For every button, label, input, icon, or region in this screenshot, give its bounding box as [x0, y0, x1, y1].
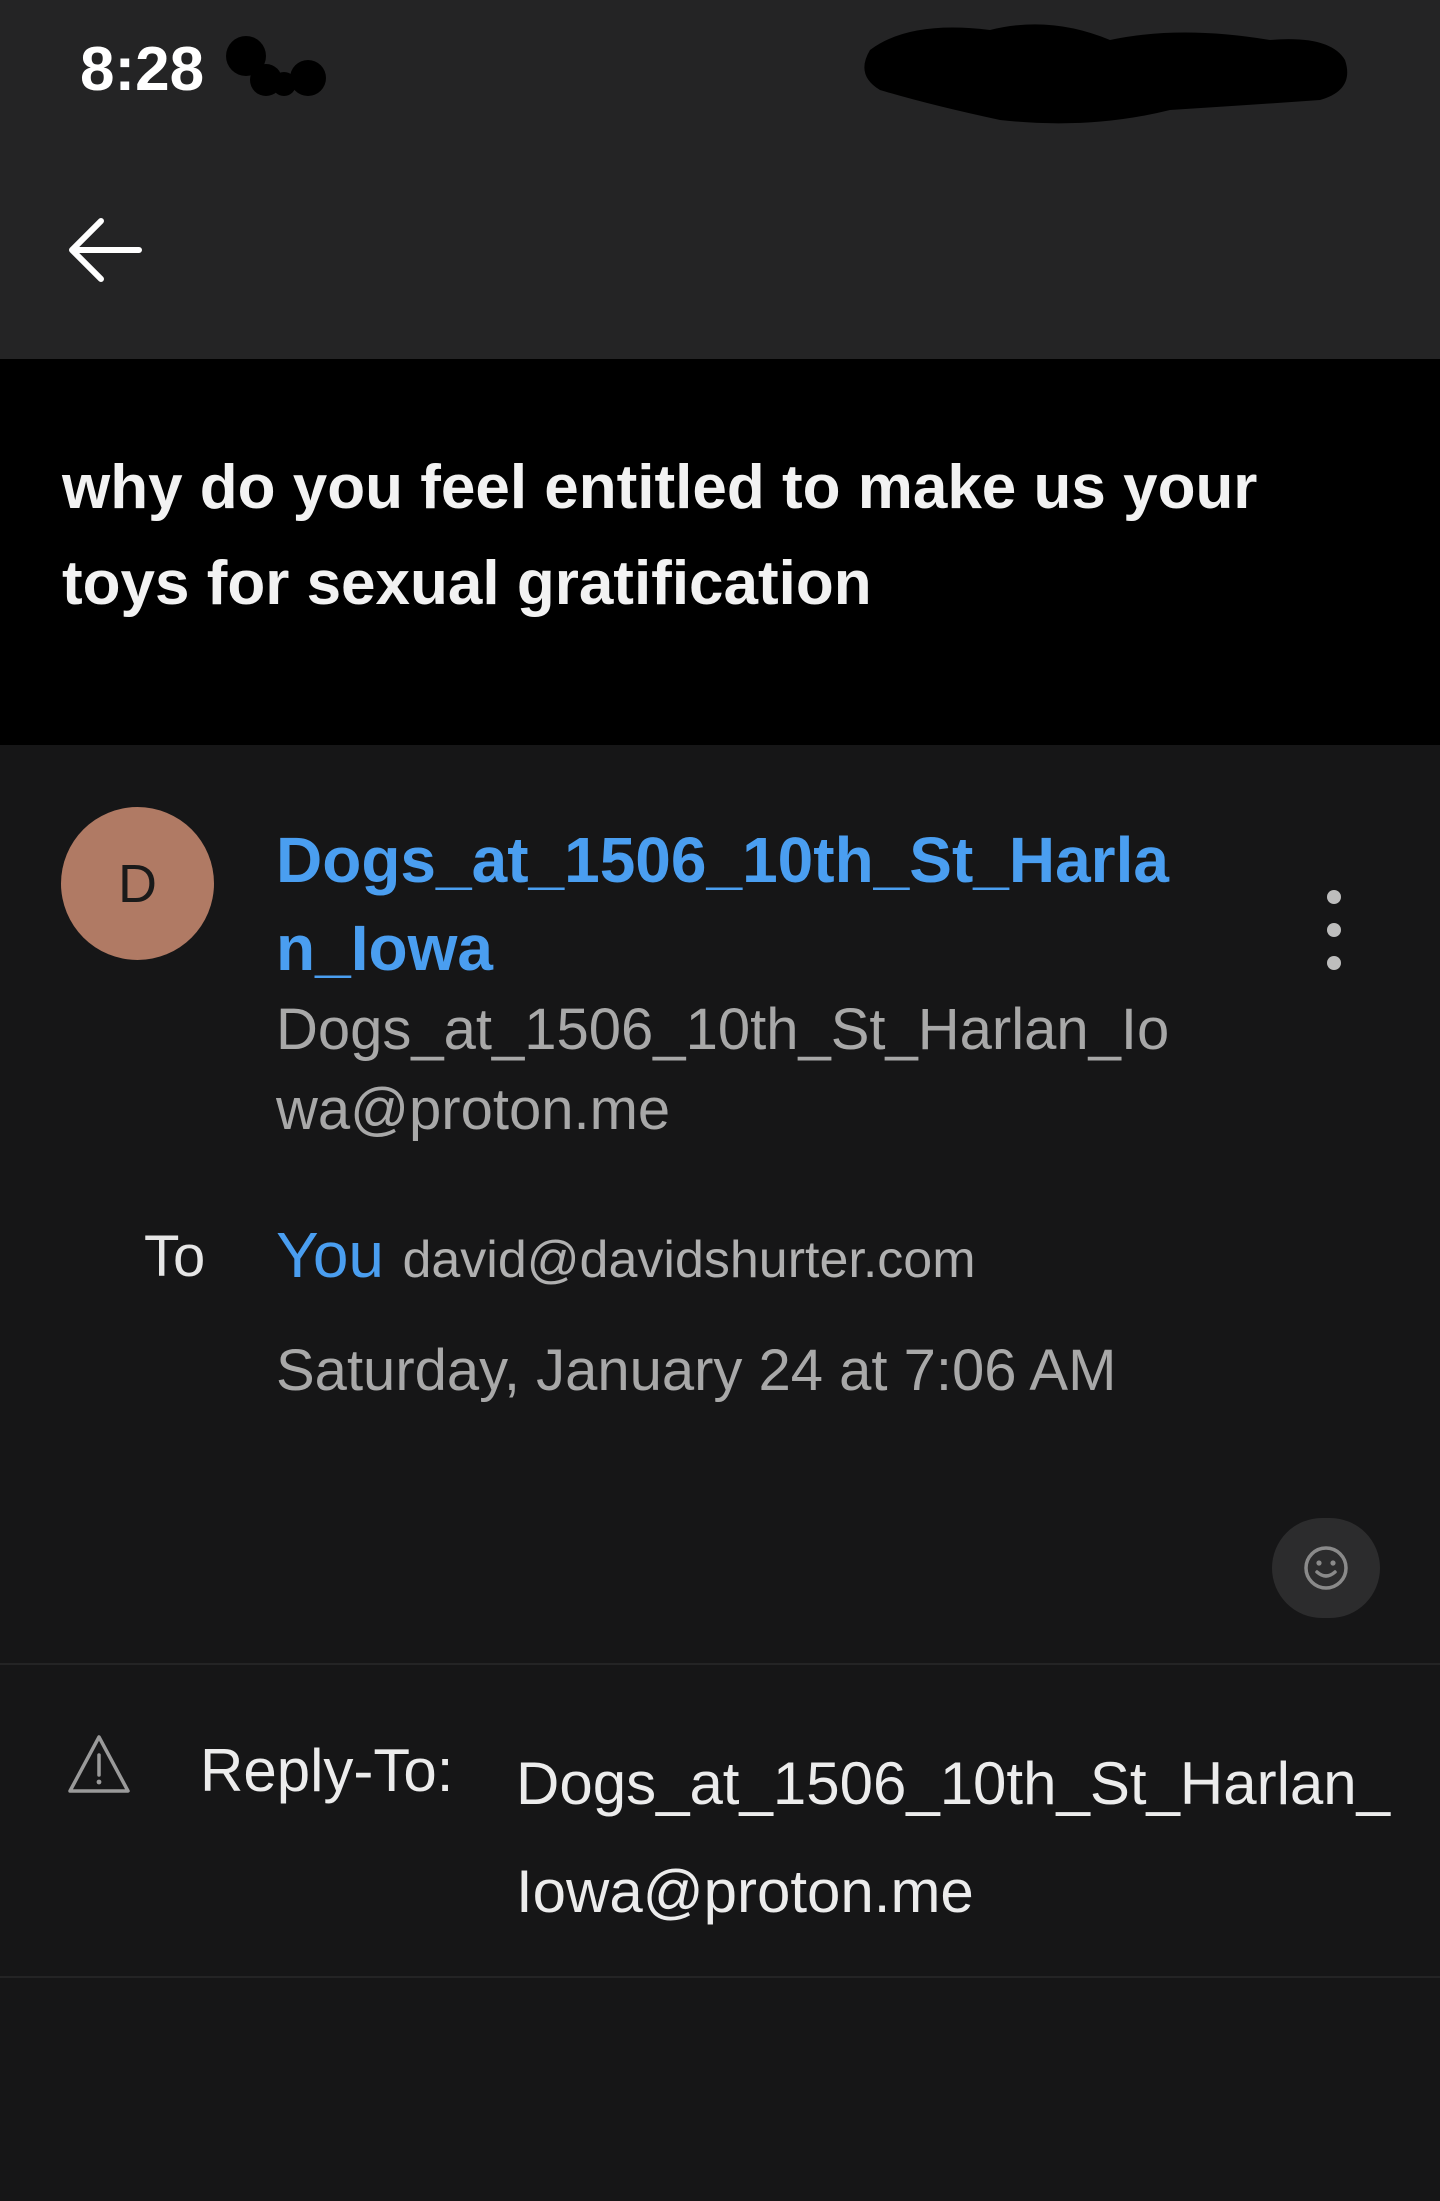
divider	[0, 1976, 1440, 1978]
sender-name[interactable]: Dogs_at_1506_10th_St_Harlan_Iowa	[276, 816, 1176, 992]
top-bar: 8:28	[0, 0, 1440, 359]
sender-email: Dogs_at_1506_10th_St_Harlan_Iowa@proton.…	[276, 997, 1170, 1142]
message-subject: why do you feel entitled to make us your…	[62, 453, 1258, 618]
message-date: Saturday, January 24 at 7:06 AM	[276, 1338, 1117, 1403]
recipient-email: david@davidshurter.com	[402, 1231, 976, 1289]
more-vertical-icon-dot	[1327, 923, 1341, 937]
reaction-button[interactable]	[1272, 1518, 1380, 1618]
warning-triangle-icon	[68, 1735, 130, 1793]
reply-to-address[interactable]: Dogs_at_1506_10th_St_Harlan_Iowa@proton.…	[516, 1730, 1396, 1946]
recipient-row: You david@davidshurter.com	[276, 1218, 1376, 1292]
more-vertical-icon-dot	[1327, 956, 1341, 970]
emoji-smile-icon	[1304, 1546, 1348, 1590]
arrow-left-icon	[69, 218, 142, 282]
avatar-letter: D	[118, 853, 157, 914]
more-vertical-icon-dot	[1327, 890, 1341, 904]
status-icons-redacted	[226, 36, 326, 96]
sender-avatar[interactable]: D	[61, 807, 214, 960]
status-time: 8:28	[80, 35, 205, 104]
more-options-button[interactable]	[1312, 890, 1356, 970]
status-redaction	[864, 24, 1348, 124]
to-label: To	[144, 1224, 206, 1289]
reply-to-label: Reply-To:	[200, 1737, 454, 1804]
recipient-name[interactable]: You	[276, 1219, 384, 1291]
divider	[0, 1663, 1440, 1665]
back-button[interactable]	[60, 210, 150, 290]
